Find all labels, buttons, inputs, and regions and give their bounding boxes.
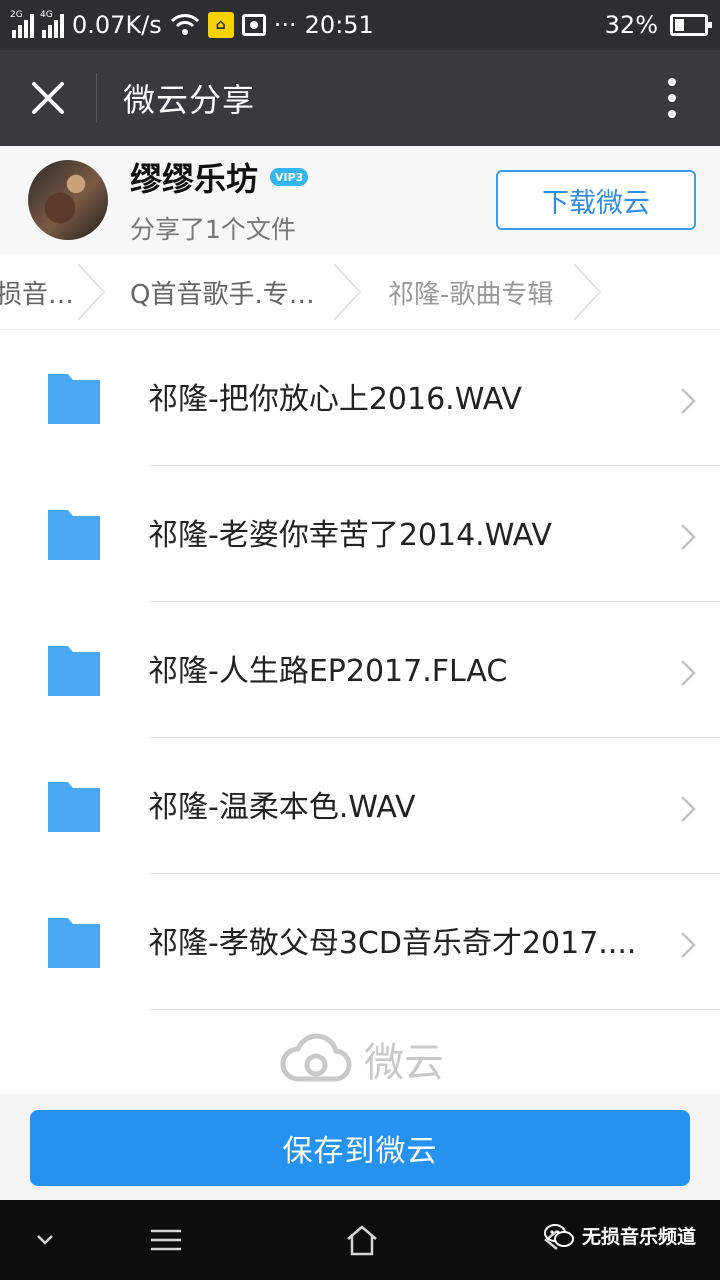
list-item[interactable]: 祁隆-人生路EP2017.FLAC [0, 602, 720, 738]
page-title: 微云分享 [123, 81, 256, 119]
battery-level [675, 19, 684, 31]
chevron-right-icon [681, 524, 696, 550]
file-name: 祁隆-温柔本色.WAV [148, 790, 416, 825]
folder-icon [48, 510, 100, 560]
status-dots: ··· [273, 11, 297, 39]
menu-icon [151, 1229, 181, 1251]
sharer-name: 缪缪乐坊 [130, 160, 259, 198]
breadcrumb-item[interactable]: 损音… [0, 254, 74, 329]
signal-icon-2: 4G [40, 10, 64, 38]
file-name: 祁隆-老婆你幸苦了2014.WAV [148, 518, 552, 553]
download-weiyun-button[interactable]: 下载微云 [496, 170, 696, 230]
file-name: 祁隆-人生路EP2017.FLAC [148, 654, 508, 689]
chevron-right-icon [681, 660, 696, 686]
list-item[interactable]: 祁隆-孝敬父母3CD音乐奇才2017.... [0, 874, 720, 1010]
breadcrumb: 损音… Q首音歌手.专… 祁隆-歌曲专辑 [0, 254, 720, 330]
file-list: 祁隆-把你放心上2016.WAV 祁隆-老婆你幸苦了2014.WAV 祁隆-人生… [0, 330, 720, 1010]
wechat-channel-label: 无损音乐频道 [581, 1226, 696, 1248]
file-name: 祁隆-孝敬父母3CD音乐奇才2017.... [148, 926, 637, 961]
title-divider [96, 73, 97, 123]
more-button[interactable] [624, 50, 720, 146]
chevron-right-icon [77, 263, 106, 321]
home-badge-icon: ⌂ [207, 12, 234, 38]
watermark-label: 微云 [364, 1040, 444, 1086]
row-divider [150, 1009, 720, 1010]
breadcrumb-current: 祁隆-歌曲专辑 [388, 279, 554, 310]
list-item[interactable]: 祁隆-把你放心上2016.WAV [0, 330, 720, 466]
cloud-logo-icon [280, 1033, 352, 1082]
file-name: 祁隆-把你放心上2016.WAV [148, 382, 522, 417]
avatar[interactable] [28, 160, 108, 240]
sharer-header: 缪缪乐坊 VIP3 分享了1个文件 下载微云 [0, 146, 720, 254]
chevron-down-icon [37, 1235, 53, 1245]
battery-percent: 32% [604, 11, 658, 39]
save-to-weiyun-button[interactable]: 保存到微云 [30, 1110, 690, 1186]
folder-icon [48, 782, 100, 832]
close-button[interactable] [0, 50, 96, 146]
wechat-icon [543, 1223, 574, 1247]
battery-icon [670, 14, 712, 36]
signal-icon: 2G [10, 10, 34, 38]
folder-icon [48, 646, 100, 696]
vip-badge: VIP3 [270, 168, 309, 186]
clock: 20:51 [304, 11, 374, 39]
folder-icon [48, 374, 100, 424]
list-item[interactable]: 祁隆-老婆你幸苦了2014.WAV [0, 466, 720, 602]
save-bar: 保存到微云 [0, 1094, 720, 1200]
chevron-right-icon [333, 263, 362, 321]
network-type-label: 2G [10, 10, 23, 20]
chevron-right-icon [573, 263, 602, 321]
wifi-icon [170, 14, 199, 35]
folder-icon [48, 918, 100, 968]
home-nav-button[interactable] [336, 1200, 388, 1280]
chevron-right-icon [681, 796, 696, 822]
home-icon [347, 1225, 377, 1256]
list-item[interactable]: 祁隆-温柔本色.WAV [0, 738, 720, 874]
more-vertical-icon [668, 78, 676, 86]
weiyun-watermark: 微云 [280, 1030, 444, 1088]
vip-badge-label: VIP3 [275, 170, 304, 184]
network-speed: 0.07K/s [72, 11, 162, 39]
chevron-right-icon [681, 388, 696, 414]
title-bar: 微云分享 [0, 50, 720, 146]
chevron-right-icon [681, 932, 696, 958]
collapse-nav-button[interactable] [20, 1200, 70, 1280]
status-bar: 2G 4G 0.07K/s ⌂ ··· 20:51 32% [0, 0, 720, 50]
share-count: 分享了1个文件 [130, 215, 296, 244]
screenshot-icon [241, 14, 266, 36]
close-icon [32, 82, 64, 114]
menu-nav-button[interactable] [140, 1200, 192, 1280]
breadcrumb-item[interactable]: Q首音歌手.专… [130, 254, 315, 329]
network-type-label-2: 4G [40, 10, 53, 20]
wechat-channel-mark: 无损音乐频道 [543, 1222, 696, 1249]
system-nav-bar: 无损音乐频道 [0, 1200, 720, 1280]
